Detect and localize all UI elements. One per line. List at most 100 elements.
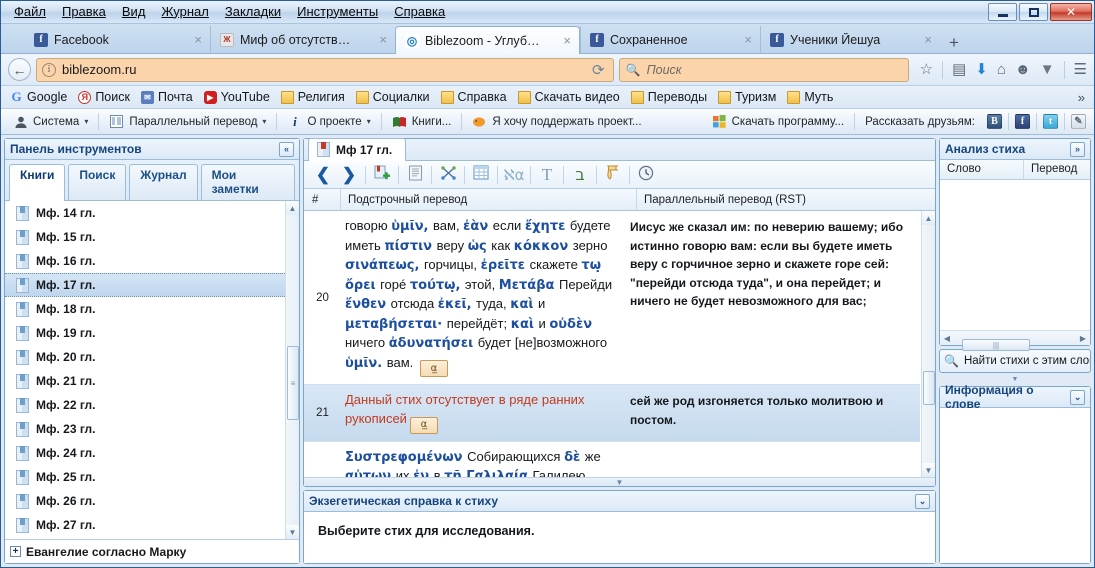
chat-icon[interactable]: ☻ <box>1015 62 1031 77</box>
scrollbar-thumb[interactable] <box>923 371 935 405</box>
analysis-horizontal-scrollbar[interactable]: ◀ ||| ▶ <box>940 330 1090 351</box>
document-tab-mf17[interactable]: Мф 17 гл. <box>308 138 407 161</box>
browser-tab-saved[interactable]: f Сохраненное × <box>580 26 760 53</box>
share-facebook-button[interactable]: f <box>1011 112 1034 131</box>
table-row[interactable]: 20 говорю ὑμῖν, вам, ἐὰν если ἔχητε буде… <box>304 211 920 386</box>
minimize-button[interactable] <box>988 3 1017 21</box>
scroll-down-arrow-icon[interactable]: ▼ <box>922 463 935 477</box>
analysis-grid-body[interactable] <box>940 180 1090 330</box>
bookmark-folder-socialki[interactable]: Социалки <box>352 89 434 105</box>
list-item-selected[interactable]: Мф. 17 гл. <box>5 273 285 297</box>
pocket-icon[interactable]: ▼ <box>1040 62 1055 77</box>
list-item[interactable]: Мф. 19 гл. <box>5 321 285 345</box>
menu-history[interactable]: Журнал <box>154 3 215 22</box>
history-button[interactable] <box>633 164 659 186</box>
bookmark-folder-spravka[interactable]: Справка <box>437 89 511 105</box>
share-twitter-button[interactable]: t <box>1039 112 1062 131</box>
find-verses-button[interactable]: 🔍 Найти стихи с этим слов <box>939 349 1091 373</box>
list-item[interactable]: Мф. 27 гл. <box>5 513 285 537</box>
list-item[interactable]: Мф. 26 гл. <box>5 489 285 513</box>
toolbar-system[interactable]: Система ▾ <box>5 112 96 131</box>
table-view-button[interactable] <box>468 164 494 186</box>
menu-hamburger-icon[interactable]: ☰ <box>1074 62 1087 77</box>
prev-verse-button[interactable]: ❮ <box>310 164 336 186</box>
bookmark-star-icon[interactable]: ☆ <box>920 62 933 77</box>
list-item[interactable]: Мф. 14 гл. <box>5 201 285 225</box>
tab-books[interactable]: Книги <box>9 164 66 201</box>
reading-list-icon[interactable]: ▤ <box>952 62 966 77</box>
tab-my-notes[interactable]: Мои заметки <box>200 164 295 200</box>
bookmark-folder-perevody[interactable]: Переводы <box>627 89 711 105</box>
alpha-analysis-button[interactable]: α̲ <box>419 360 448 378</box>
table-row[interactable]: Συστρεφομένων Собирающихся δὲ же αὐτων и… <box>304 442 920 478</box>
scroll-button[interactable] <box>600 164 626 186</box>
scroll-up-arrow-icon[interactable]: ▲ <box>922 211 935 225</box>
list-item[interactable]: Мф. 23 гл. <box>5 417 285 441</box>
menu-bookmarks[interactable]: Закладки <box>218 3 288 22</box>
bookmark-folder-skachat-video[interactable]: Скачать видео <box>514 89 624 105</box>
verse-list-scrollbar[interactable]: ▲ ▼ <box>921 211 935 477</box>
next-verse-button[interactable]: ❯ <box>336 164 362 186</box>
list-item[interactable]: Мф. 20 гл. <box>5 345 285 369</box>
reload-icon[interactable]: ⟳ <box>589 61 608 79</box>
maximize-button[interactable] <box>1019 3 1048 21</box>
close-tab-icon[interactable]: × <box>192 32 204 47</box>
bookmark-google[interactable]: G Google <box>6 89 71 105</box>
close-tab-icon[interactable]: × <box>742 32 754 47</box>
expand-icon[interactable]: + <box>10 546 21 557</box>
scroll-right-arrow-icon[interactable]: ▶ <box>1076 334 1090 343</box>
browser-tab-mif[interactable]: Ж Миф об отсутств… × <box>210 26 395 53</box>
tab-search[interactable]: Поиск <box>68 164 127 200</box>
list-item[interactable]: Мф. 15 гл. <box>5 225 285 249</box>
menu-file[interactable]: Файл <box>7 3 53 22</box>
toolbar-about[interactable]: i О проекте ▾ <box>279 112 378 131</box>
browser-tab-ucheniki[interactable]: f Ученики Йешуа × <box>760 26 940 53</box>
font-button[interactable]: T <box>534 164 560 186</box>
toolbar-support-project[interactable]: Я хочу поддержать проект... <box>464 112 649 131</box>
right-splitter-handle[interactable]: ▼ <box>939 376 1091 383</box>
scroll-up-arrow-icon[interactable]: ▲ <box>286 201 299 215</box>
expand-exegesis-button[interactable]: ⌄ <box>915 493 930 509</box>
menu-tools[interactable]: Инструменты <box>290 3 385 22</box>
menu-view[interactable]: Вид <box>115 3 153 22</box>
bookmark-pochta[interactable]: ✉ Почта <box>137 89 197 105</box>
browser-tab-biblezoom[interactable]: ◎ Biblezoom - Углуб… × <box>395 26 580 54</box>
bookmark-folder-religiya[interactable]: Религия <box>277 89 349 105</box>
list-item[interactable]: Мф. 16 гл. <box>5 249 285 273</box>
menu-help[interactable]: Справка <box>387 3 452 22</box>
list-item[interactable]: Мф. 18 гл. <box>5 297 285 321</box>
scrollbar-thumb[interactable]: ||| <box>962 339 1030 351</box>
toolbar-parallel-translation[interactable]: Параллельный перевод ▾ <box>101 112 274 131</box>
chapter-list[interactable]: Мф. 14 гл. Мф. 15 гл. Мф. 16 гл. Мф. 17 … <box>5 201 299 539</box>
list-item[interactable]: Мф. 28 гл. <box>5 537 285 539</box>
share-vk-button[interactable]: B <box>983 112 1006 131</box>
hebrew-button[interactable]: ב <box>567 164 593 186</box>
back-button[interactable]: ← <box>8 58 31 81</box>
copy-page-button[interactable] <box>402 164 428 186</box>
bookmarks-overflow-button[interactable]: » <box>1078 90 1089 105</box>
bookmark-folder-mut[interactable]: Муть <box>783 89 837 105</box>
tab-journal[interactable]: Журнал <box>129 164 198 200</box>
collapse-left-panel-button[interactable]: « <box>279 141 294 157</box>
scroll-down-arrow-icon[interactable]: ▼ <box>286 525 299 539</box>
bookmark-youtube[interactable]: ▶ YouTube <box>200 89 274 105</box>
toolbar-books[interactable]: Книги... <box>384 112 460 131</box>
list-item[interactable]: Мф. 24 гл. <box>5 441 285 465</box>
toolbar-download-program[interactable]: Скачать программу... <box>704 112 852 131</box>
bookmark-folder-turizm[interactable]: Туризм <box>714 89 780 105</box>
close-tab-icon[interactable]: × <box>561 33 573 48</box>
scroll-left-arrow-icon[interactable]: ◀ <box>940 334 954 343</box>
expand-word-info-button[interactable]: ⌄ <box>1070 389 1085 405</box>
menu-edit[interactable]: Правка <box>55 3 113 22</box>
vertical-splitter-handle[interactable]: ▼ <box>304 477 935 487</box>
alpha-analysis-button[interactable]: α̲ <box>409 416 438 434</box>
url-bar[interactable]: i biblezoom.ru ⟳ <box>36 57 614 82</box>
verse-list[interactable]: 20 говорю ὑμῖν, вам, ἐὰν если ἔχητε буде… <box>304 211 935 477</box>
greek-morphology-button[interactable]: ℵα <box>501 164 527 186</box>
bookmark-poisk[interactable]: Я Поиск <box>74 89 134 105</box>
search-bar[interactable]: 🔍 Поиск <box>618 57 909 82</box>
site-info-icon[interactable]: i <box>42 62 56 77</box>
chapter-list-scrollbar[interactable]: ▲ ≡ ▼ <box>285 201 299 539</box>
cross-reference-button[interactable] <box>435 164 461 186</box>
home-icon[interactable]: ⌂ <box>997 62 1006 77</box>
